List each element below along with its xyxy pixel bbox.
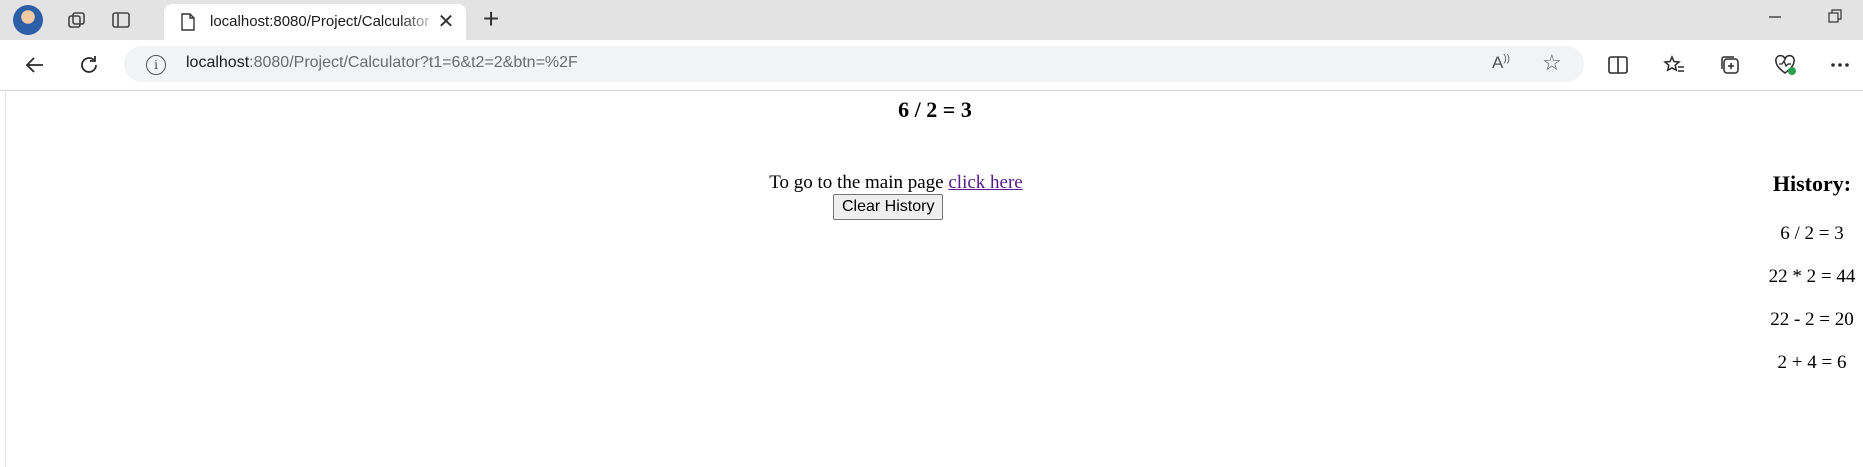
workspaces-icon[interactable] bbox=[63, 6, 91, 34]
page-icon bbox=[180, 13, 196, 36]
main-page-line: To go to the main page click here bbox=[6, 172, 1786, 194]
restore-icon[interactable] bbox=[1823, 8, 1847, 32]
split-screen-icon[interactable] bbox=[1604, 51, 1632, 79]
history-item: 22 * 2 = 44 bbox=[1768, 266, 1856, 287]
favorites-icon[interactable] bbox=[1660, 51, 1688, 79]
new-tab-icon[interactable]: + bbox=[476, 5, 506, 35]
more-options-icon[interactable] bbox=[1826, 51, 1854, 79]
history-item: 6 / 2 = 3 bbox=[1780, 223, 1844, 244]
refresh-icon[interactable] bbox=[75, 51, 103, 79]
page-content: 6 / 2 = 3 To go to the main page click h… bbox=[5, 91, 1863, 467]
favorite-star-icon[interactable]: ☆ bbox=[1542, 50, 1562, 76]
history-item: 22 - 2 = 20 bbox=[1770, 309, 1854, 330]
browser-essentials-icon[interactable] bbox=[1771, 51, 1799, 79]
tab-actions-icon[interactable] bbox=[107, 6, 135, 34]
calculation-result: 6 / 2 = 3 bbox=[898, 97, 972, 122]
close-tab-icon[interactable]: ✕ bbox=[434, 10, 458, 34]
history-title: History: bbox=[1772, 171, 1852, 196]
profile-avatar-icon[interactable] bbox=[13, 5, 43, 35]
collections-icon[interactable] bbox=[1716, 51, 1744, 79]
read-aloud-icon[interactable]: A)) bbox=[1492, 53, 1510, 73]
browser-titlebar: localhost:8080/Project/Calculator ✕ + bbox=[0, 0, 1863, 40]
address-bar[interactable]: i localhost:8080/Project/Calculator?t1=6… bbox=[124, 46, 1584, 82]
main-page-text: To go to the main page bbox=[769, 172, 949, 193]
main-page-link[interactable]: click here bbox=[948, 172, 1022, 193]
clear-history-button[interactable]: Clear History bbox=[833, 194, 944, 220]
back-icon[interactable] bbox=[21, 51, 49, 79]
site-info-icon[interactable]: i bbox=[146, 55, 166, 75]
history-panel: History: 6 / 2 = 3 22 * 2 = 44 22 - 2 = … bbox=[1752, 171, 1863, 384]
minimize-icon[interactable] bbox=[1763, 8, 1787, 32]
url-text[interactable]: localhost:8080/Project/Calculator?t1=6&t… bbox=[186, 54, 578, 72]
tab-title: localhost:8080/Project/Calculator bbox=[210, 13, 430, 30]
browser-toolbar: i localhost:8080/Project/Calculator?t1=6… bbox=[0, 40, 1863, 91]
browser-tab[interactable]: localhost:8080/Project/Calculator ✕ bbox=[164, 4, 466, 40]
history-item: 2 + 4 = 6 bbox=[1777, 352, 1847, 373]
